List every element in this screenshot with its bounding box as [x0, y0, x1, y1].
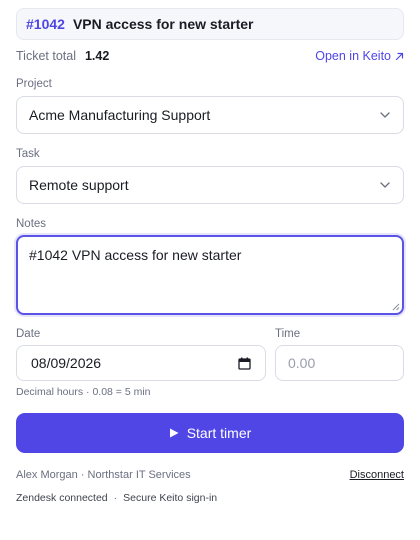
- chevron-down-icon: [379, 111, 391, 119]
- date-value: 08/09/2026: [31, 355, 102, 371]
- task-value: Remote support: [29, 177, 129, 193]
- ticket-total-value: 1.42: [84, 49, 110, 63]
- external-link-icon: [395, 52, 404, 60]
- decimal-hours-hint: Decimal hours · 0.08 = 5 min: [16, 386, 151, 398]
- time-label: Time: [275, 328, 301, 340]
- project-select[interactable]: Acme Manufacturing Support: [16, 96, 404, 134]
- project-label: Project: [16, 78, 52, 90]
- time-placeholder: 0.00: [288, 355, 316, 371]
- notes-textarea[interactable]: #1042 VPN access for new starter: [16, 235, 404, 315]
- play-icon: [169, 428, 179, 438]
- start-timer-button[interactable]: Start timer: [16, 413, 404, 453]
- date-input[interactable]: 08/09/2026: [16, 345, 266, 381]
- ticket-total-row: Ticket total 1.42 Open in Keito: [16, 48, 404, 64]
- resize-grip-icon[interactable]: [392, 303, 400, 311]
- open-in-keito-label: Open in Keito: [315, 49, 391, 63]
- open-in-keito-link[interactable]: Open in Keito: [315, 49, 404, 63]
- notes-label: Notes: [16, 218, 47, 230]
- start-timer-label: Start timer: [186, 425, 252, 441]
- ticket-header: #1042 VPN access for new starter: [16, 8, 404, 40]
- ticket-subject: VPN access for new starter: [72, 16, 254, 32]
- calendar-icon[interactable]: [238, 357, 251, 370]
- ticket-total-label: Ticket total: [16, 49, 76, 63]
- chevron-down-icon: [379, 181, 391, 189]
- task-select[interactable]: Remote support: [16, 166, 404, 204]
- keito-signin-status: Secure Keito sign-in: [123, 492, 218, 504]
- account-info: Alex Morgan · Northstar IT Services: [16, 469, 191, 481]
- task-label: Task: [16, 148, 40, 160]
- date-label: Date: [16, 328, 41, 340]
- status-separator: ·: [113, 492, 118, 504]
- notes-value: #1042 VPN access for new starter: [29, 247, 242, 263]
- connection-status: Zendesk connected · Secure Keito sign-in: [16, 491, 217, 505]
- zendesk-status: Zendesk connected: [16, 492, 108, 504]
- project-value: Acme Manufacturing Support: [29, 107, 211, 123]
- account-footer: Alex Morgan · Northstar IT Services Disc…: [16, 467, 404, 483]
- time-input[interactable]: 0.00: [275, 345, 404, 381]
- disconnect-link[interactable]: Disconnect: [350, 469, 404, 481]
- ticket-id: #1042: [26, 16, 65, 32]
